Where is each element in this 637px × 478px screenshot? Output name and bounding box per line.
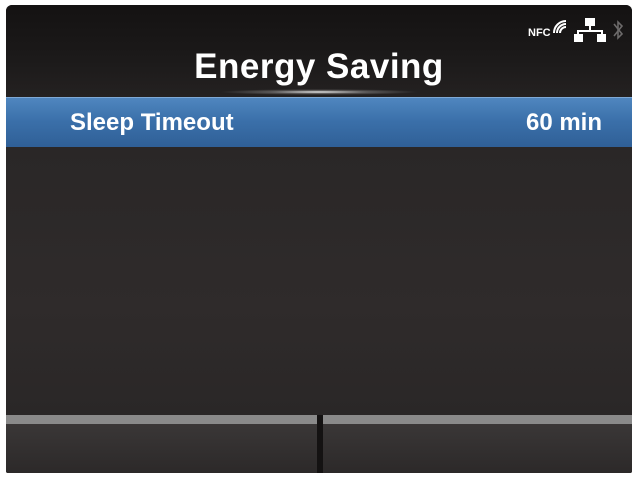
nfc-label: NFC — [528, 27, 551, 39]
network-icon — [574, 17, 606, 43]
nfc-icon: NFC — [528, 19, 568, 41]
title-underline-glow — [219, 89, 419, 95]
header: NFC Energy Saving — [6, 5, 632, 97]
softkey-left-button[interactable] — [6, 415, 317, 473]
bluetooth-icon — [612, 18, 624, 42]
menu-list-empty-area — [6, 147, 632, 415]
softkey-right-button[interactable] — [323, 415, 632, 473]
printer-display: NFC Energy Saving Sleep Timeout 60 min — [6, 5, 632, 473]
status-icons: NFC — [528, 15, 624, 45]
page-title: Energy Saving — [194, 47, 444, 86]
menu-item-sleep-timeout[interactable]: Sleep Timeout 60 min — [6, 97, 632, 148]
menu-item-value: 60 min — [525, 109, 602, 136]
softkey-bar — [6, 415, 632, 473]
menu-item-label: Sleep Timeout — [70, 109, 234, 136]
